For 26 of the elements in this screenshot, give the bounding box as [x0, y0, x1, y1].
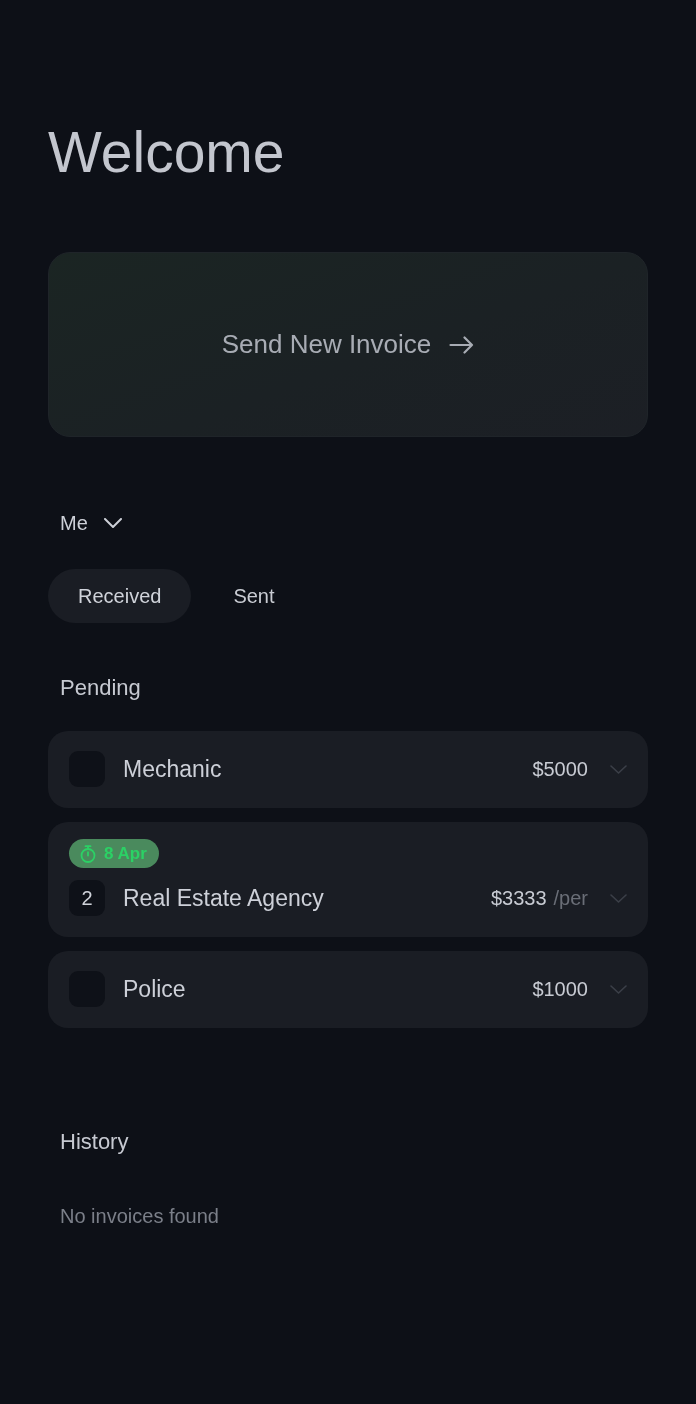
pending-heading: Pending — [60, 675, 141, 701]
invoice-name: Mechanic — [123, 755, 223, 783]
stopwatch-icon — [80, 844, 96, 863]
invoice-amount: $1000 — [532, 977, 588, 1001]
filter-tab[interactable]: Received — [48, 569, 192, 623]
chevron-down-icon[interactable] — [610, 984, 627, 994]
invoice-row[interactable]: 8 Apr 2 Real Estate Agency $3333 /per — [48, 822, 648, 937]
chevron-down-icon[interactable] — [610, 764, 627, 774]
history-heading: History — [60, 1129, 129, 1155]
invoice-row[interactable]: Mechanic $5000 — [48, 731, 648, 808]
send-invoice-button[interactable]: Send New Invoice — [48, 252, 648, 437]
invoice-amount: $3333 — [490, 886, 547, 910]
welcome-title: Welcome — [48, 122, 285, 182]
due-date: 8 Apr — [104, 843, 147, 864]
empty-history-message: No invoices found — [60, 1204, 219, 1228]
invoice-count: 2 — [69, 880, 105, 916]
chevron-down-icon[interactable] — [610, 893, 627, 903]
chevron-down-icon — [103, 518, 122, 528]
invoice-row[interactable]: Police $1000 — [48, 951, 648, 1028]
account-dropdown[interactable]: Me — [60, 511, 122, 535]
amount-period: /per — [553, 886, 588, 910]
arrow-right-icon — [449, 335, 475, 354]
invoice-name: Real Estate Agency — [123, 884, 325, 912]
invoice-amount: $5000 — [532, 757, 588, 781]
invoice-name: Police — [123, 975, 187, 1003]
filter-tab[interactable]: Sent — [203, 569, 305, 623]
